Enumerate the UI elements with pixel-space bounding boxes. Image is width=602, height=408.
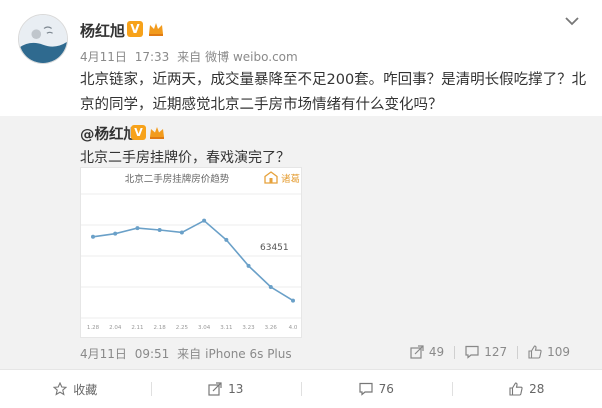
avatar-image xyxy=(19,15,67,63)
like-button[interactable]: 28 xyxy=(451,370,602,408)
thumbs-up-icon xyxy=(528,345,542,359)
chart-brand-logo-icon xyxy=(264,171,278,184)
chart-gridlines xyxy=(81,193,301,319)
x-tick-label: 3.11 xyxy=(220,325,232,331)
vip-crown-icon xyxy=(149,23,163,36)
chart-brand: 诸葛 xyxy=(281,173,300,185)
star-icon xyxy=(53,382,68,396)
data-point[interactable] xyxy=(135,226,140,231)
favorite-button[interactable]: 收藏 xyxy=(0,370,151,408)
repost-share-count: 49 xyxy=(428,345,445,359)
source-prefix: 来自 xyxy=(177,50,202,64)
x-tick-label: 2.04 xyxy=(109,325,122,331)
repost-like-count: 109 xyxy=(547,345,570,359)
avatar[interactable] xyxy=(18,14,68,64)
data-point[interactable] xyxy=(157,227,162,232)
x-tick-label: 2.18 xyxy=(154,325,167,331)
favorite-label: 收藏 xyxy=(73,382,98,397)
data-point[interactable] xyxy=(224,237,229,242)
repost-comment-button[interactable]: 127 xyxy=(455,345,517,359)
share-icon xyxy=(410,345,424,359)
data-point[interactable] xyxy=(179,230,184,235)
chart-svg: 北京二手房挂牌房价趋势 诸葛 63451 1.28 2.04 2.11 2.18 2.2… xyxy=(81,171,301,331)
post-source[interactable]: 微博 weibo.com xyxy=(205,50,298,64)
repost-author[interactable]: @杨红旭 xyxy=(80,123,138,144)
comment-count: 76 xyxy=(378,382,394,396)
chart-title: 北京二手房挂牌房价趋势 xyxy=(125,173,230,185)
weibo-post-card: 杨红旭 V 4月11日 17:33 来自 微博 weibo.com 北京链家，近两… xyxy=(0,0,602,408)
repost-verified-badge-icon: V xyxy=(131,125,146,140)
repost-share-button[interactable]: 49 xyxy=(400,345,454,359)
post-text: 北京链家，近两天，成交量暴降至不足200套。咋回事？是清明长假吃撑了？北京的同学… xyxy=(80,72,587,113)
price-trend-chart[interactable]: 北京二手房挂牌房价趋势 诸葛 63451 1.28 2.04 2.11 2.18 2.2… xyxy=(80,167,302,338)
x-tick-label: 1.28 xyxy=(87,325,100,331)
x-tick-label: 3.04 xyxy=(198,325,211,331)
comment-icon xyxy=(359,382,373,396)
repost-time[interactable]: 09:51 xyxy=(135,347,170,361)
x-tick-label: 3.26 xyxy=(265,325,278,331)
repost-card[interactable]: @杨红旭 V 北京二手房挂牌价，春戏演完了？ 北京二手房挂牌房价趋势 诸葛 63… xyxy=(0,116,602,369)
post-time[interactable]: 17:33 xyxy=(135,50,170,64)
share-icon xyxy=(208,382,222,396)
comment-icon xyxy=(465,345,479,359)
post-meta: 4月11日 17:33 来自 微博 weibo.com xyxy=(80,48,302,65)
data-point[interactable] xyxy=(113,231,118,236)
repost-vip-crown-icon xyxy=(150,127,164,139)
data-point[interactable] xyxy=(202,218,207,223)
repost-button[interactable]: 13 xyxy=(150,370,302,408)
post-date[interactable]: 4月11日 xyxy=(80,50,127,64)
repost-source[interactable]: iPhone 6s Plus xyxy=(205,347,291,361)
comment-button[interactable]: 76 xyxy=(301,370,452,408)
data-point[interactable] xyxy=(91,234,95,239)
verified-badge-icon: V xyxy=(127,21,143,37)
series-line xyxy=(92,219,294,302)
repost-count: 13 xyxy=(228,382,244,396)
thumbs-up-icon xyxy=(509,382,523,396)
x-tick-label: 2.25 xyxy=(176,325,189,331)
repost-comment-count: 127 xyxy=(484,345,508,359)
repost-actions: 49 127 109 xyxy=(400,342,580,362)
repost-source-prefix: 来自 xyxy=(177,347,202,361)
x-tick-label: 2.11 xyxy=(131,325,143,331)
like-count: 28 xyxy=(529,382,545,396)
data-point[interactable] xyxy=(246,263,251,268)
post-action-bar: 收藏 13 76 28 xyxy=(0,369,602,408)
data-point[interactable] xyxy=(268,285,273,289)
x-tick-label: 3.23 xyxy=(242,325,255,331)
repost-date[interactable]: 4月11日 xyxy=(80,347,127,361)
author-name[interactable]: 杨红旭 xyxy=(80,20,125,41)
repost-meta: 4月11日 09:51 来自 iPhone 6s Plus xyxy=(80,345,296,362)
repost-like-button[interactable]: 109 xyxy=(518,345,580,359)
data-point[interactable] xyxy=(291,298,295,303)
chevron-down-icon[interactable] xyxy=(563,14,581,28)
repost-text: 北京二手房挂牌价，春戏演完了？ xyxy=(80,150,290,166)
chart-annotation: 63451 xyxy=(260,243,289,253)
x-tick-label: 4.0 xyxy=(289,325,298,331)
